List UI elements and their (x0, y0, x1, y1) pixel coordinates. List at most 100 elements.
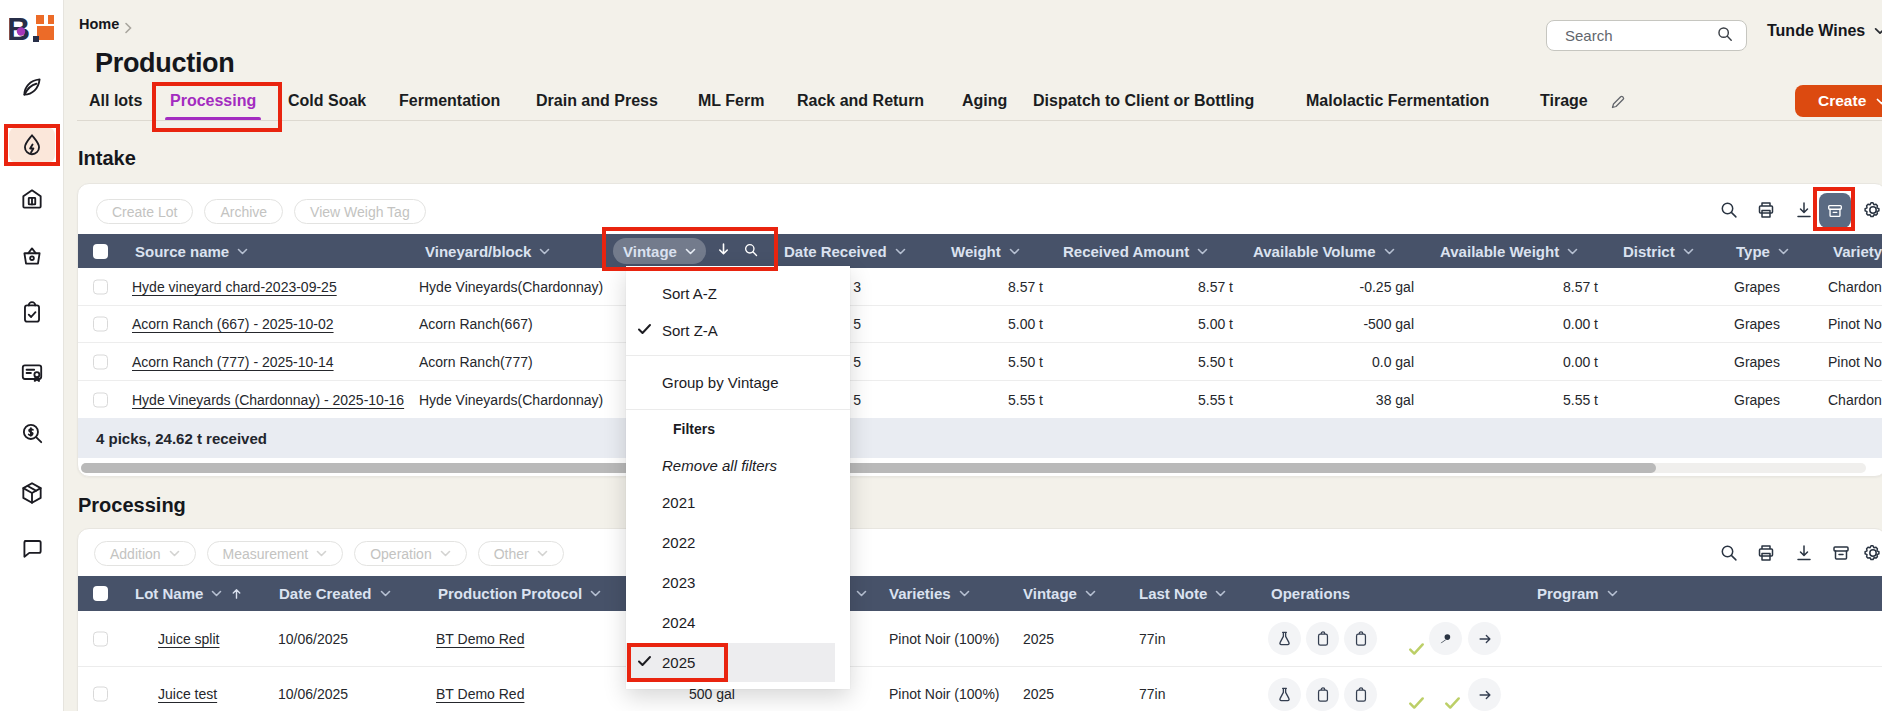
chat-icon[interactable] (19, 535, 45, 561)
select-all-checkbox[interactable] (93, 586, 108, 601)
col-vineyard-block[interactable]: Vineyard/block (425, 234, 550, 268)
col-hidden-chevron[interactable] (856, 576, 867, 611)
account-menu[interactable]: Tunde Wines (1767, 22, 1882, 40)
archive-button[interactable]: Archive (204, 199, 283, 224)
tab-cold-soak[interactable]: Cold Soak (288, 92, 366, 121)
table-search-icon[interactable] (1719, 543, 1739, 563)
col-weight[interactable]: Weight (951, 234, 1020, 268)
source-link[interactable]: Acorn Ranch (667) - 2025-10-02 (132, 316, 334, 332)
tab-drain-press[interactable]: Drain and Press (536, 92, 658, 121)
col-type[interactable]: Type (1736, 234, 1789, 268)
annotation-box-archive-button (1813, 187, 1855, 231)
pen-icon[interactable] (1429, 622, 1462, 655)
horizontal-scrollbar-thumb[interactable] (81, 463, 1656, 473)
row-checkbox[interactable] (93, 317, 108, 332)
row-checkbox[interactable] (93, 631, 108, 646)
create-button[interactable]: Create (1795, 85, 1882, 117)
protocol-link[interactable]: BT Demo Red (436, 631, 524, 647)
col-available-weight[interactable]: Available Weight (1440, 234, 1578, 268)
tab-rack-return[interactable]: Rack and Return (797, 92, 924, 121)
edit-tabs-icon[interactable] (1610, 94, 1626, 114)
col-lot-name[interactable]: Lot Name (135, 576, 243, 611)
create-lot-button[interactable]: Create Lot (96, 199, 193, 224)
tab-ml-ferm[interactable]: ML Ferm (698, 92, 764, 121)
col-variety[interactable]: Variety (1833, 234, 1882, 268)
clipboard-icon[interactable] (1344, 678, 1377, 711)
row-checkbox[interactable] (93, 354, 108, 369)
addition-button[interactable]: Addition (94, 541, 196, 566)
col-last-note[interactable]: Last Note (1139, 576, 1226, 611)
last-note-cell: 77in (1139, 686, 1165, 702)
package-icon[interactable] (19, 480, 45, 506)
menu-item-sort-az[interactable]: Sort A-Z (662, 285, 717, 302)
row-checkbox[interactable] (93, 279, 108, 294)
menu-item-remove-all-filters[interactable]: Remove all filters (662, 457, 777, 474)
col-source-name[interactable]: Source name (135, 234, 248, 268)
tab-tirage[interactable]: Tirage (1540, 92, 1588, 121)
archive-icon[interactable] (1831, 543, 1851, 563)
done-check-icon (1444, 696, 1461, 711)
row-checkbox[interactable] (93, 392, 108, 407)
col-district[interactable]: District (1623, 234, 1694, 268)
sample-flask-icon[interactable] (1268, 678, 1301, 711)
other-button[interactable]: Other (478, 541, 564, 566)
col-date-received[interactable]: Date Received (784, 234, 906, 268)
source-link[interactable]: Acorn Ranch (777) - 2025-10-14 (132, 354, 334, 370)
tab-fermentation[interactable]: Fermentation (399, 92, 500, 121)
menu-item-sort-za[interactable]: Sort Z-A (662, 322, 718, 339)
warehouse-icon[interactable] (19, 186, 45, 212)
basket-icon[interactable] (19, 243, 45, 269)
forward-arrow-icon[interactable] (1468, 622, 1501, 655)
view-weigh-tag-button[interactable]: View Weigh Tag (294, 199, 426, 224)
source-link[interactable]: Hyde Vineyards (Chardonnay) - 2025-10-16 (132, 392, 404, 408)
col-production-protocol[interactable]: Production Protocol (438, 576, 601, 611)
sample-flask-icon[interactable] (1268, 622, 1301, 655)
global-search[interactable] (1546, 20, 1747, 51)
print-icon[interactable] (1756, 200, 1776, 220)
col-date-created[interactable]: Date Created (279, 576, 391, 611)
clipboard-icon[interactable] (1306, 622, 1339, 655)
horizontal-scrollbar-track[interactable] (81, 463, 1866, 473)
select-all-checkbox[interactable] (93, 244, 108, 259)
lot-link[interactable]: Juice split (158, 631, 219, 647)
col-program[interactable]: Program (1537, 576, 1618, 611)
col-available-volume[interactable]: Available Volume (1253, 234, 1395, 268)
processing-heading: Processing (78, 494, 186, 517)
tab-all-lots[interactable]: All lots (89, 92, 142, 121)
operation-button[interactable]: Operation (354, 541, 466, 566)
row-checkbox[interactable] (93, 687, 108, 702)
lot-link[interactable]: Juice test (158, 686, 217, 702)
col-varieties[interactable]: Varieties (889, 576, 970, 611)
col-received-amount[interactable]: Received Amount (1063, 234, 1208, 268)
type-cell: Grapes (1734, 354, 1780, 370)
tab-dispatch[interactable]: Dispatch to Client or Bottling (1033, 92, 1254, 121)
menu-item-year-2024[interactable]: 2024 (662, 614, 695, 631)
protocol-link[interactable]: BT Demo Red (436, 686, 524, 702)
forward-arrow-icon[interactable] (1468, 678, 1501, 711)
menu-item-year-2023[interactable]: 2023 (662, 574, 695, 591)
settings-gear-icon[interactable] (1863, 543, 1882, 563)
print-icon[interactable] (1756, 543, 1776, 563)
download-icon[interactable] (1794, 200, 1814, 220)
app-logo[interactable]: B (9, 12, 55, 44)
download-icon[interactable] (1794, 543, 1814, 563)
clipboard-icon[interactable] (1344, 622, 1377, 655)
col-vintage[interactable]: Vintage (1023, 576, 1096, 611)
breadcrumb-chevron-icon (124, 20, 132, 38)
menu-item-year-2022[interactable]: 2022 (662, 534, 695, 551)
global-search-input[interactable] (1565, 27, 1716, 44)
menu-filters-label: Filters (673, 421, 715, 437)
settings-gear-icon[interactable] (1863, 200, 1882, 220)
menu-item-year-2021[interactable]: 2021 (662, 494, 695, 511)
tab-aging[interactable]: Aging (962, 92, 1007, 121)
tasks-icon[interactable] (19, 300, 45, 326)
measurement-button[interactable]: Measurement (207, 541, 344, 566)
tab-malolactic[interactable]: Malolactic Fermentation (1306, 92, 1489, 121)
clipboard-icon[interactable] (1306, 678, 1339, 711)
breadcrumb-home[interactable]: Home (79, 16, 119, 32)
search-dollar-icon[interactable] (19, 420, 45, 446)
menu-item-group-by-vintage[interactable]: Group by Vintage (662, 374, 778, 391)
source-link[interactable]: Hyde vineyard chard-2023-09-25 (132, 279, 337, 295)
table-search-icon[interactable] (1719, 200, 1739, 220)
certificate-icon[interactable] (19, 360, 45, 386)
